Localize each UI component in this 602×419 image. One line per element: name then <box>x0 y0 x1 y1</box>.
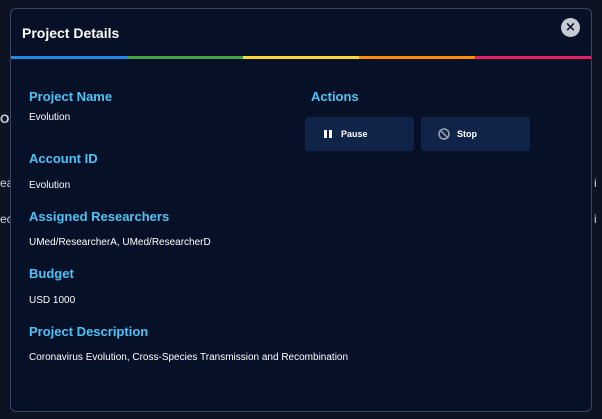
header-rainbow-divider <box>11 56 591 59</box>
pause-button-label: Pause <box>341 129 368 139</box>
background-text-fragment: i <box>594 176 597 190</box>
pause-icon <box>321 127 335 141</box>
modal-title: Project Details <box>22 25 120 41</box>
rainbow-segment <box>475 56 591 59</box>
background-text-fragment: i <box>594 212 597 226</box>
project-name-label: Project Name <box>29 89 113 104</box>
project-description-label: Project Description <box>29 324 149 339</box>
close-button[interactable]: × <box>561 18 580 37</box>
stop-icon <box>437 127 451 141</box>
budget-value: USD 1000 <box>29 295 76 306</box>
project-details-modal: Project Details × Project Name Evolution… <box>10 8 592 412</box>
project-name-value: Evolution <box>29 112 71 123</box>
assigned-researchers-value: UMed/ResearcherA, UMed/ResearcherD <box>29 237 211 248</box>
assigned-researchers-label: Assigned Researchers <box>29 209 170 224</box>
modal-header: Project Details × <box>11 9 591 56</box>
stop-button[interactable]: Stop <box>421 117 530 151</box>
account-id-label: Account ID <box>29 151 98 166</box>
rainbow-segment <box>359 56 475 59</box>
account-id-value: Evolution <box>29 180 71 191</box>
rainbow-segment <box>243 56 359 59</box>
pause-button[interactable]: Pause <box>305 117 414 151</box>
close-icon: × <box>565 20 576 35</box>
budget-label: Budget <box>29 266 74 281</box>
actions-heading: Actions <box>311 89 359 104</box>
rainbow-segment <box>127 56 243 59</box>
stop-button-label: Stop <box>457 129 477 139</box>
rainbow-segment <box>11 56 127 59</box>
project-description-value: Coronavirus Evolution, Cross-Species Tra… <box>29 352 349 363</box>
